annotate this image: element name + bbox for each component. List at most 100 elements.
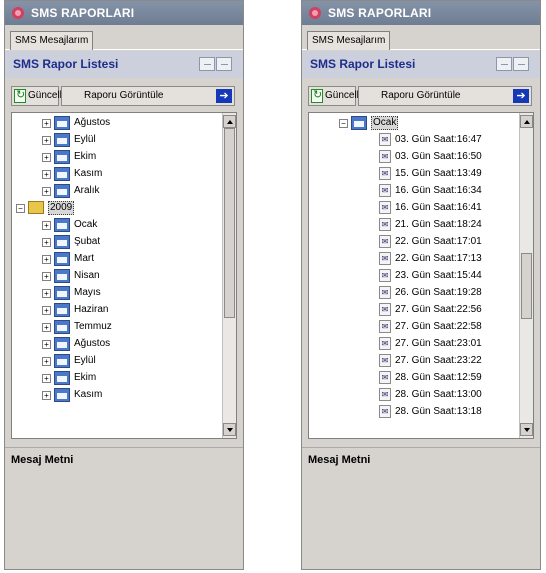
tree-node[interactable]: + Mayıs: [12, 285, 212, 301]
tree-node[interactable]: + Mart: [12, 251, 212, 267]
app-logo-icon: [309, 7, 321, 19]
message-text-area: Mesaj Metni: [302, 447, 540, 569]
sms-report-icon: ✉: [379, 133, 391, 146]
sms-report-icon: ✉: [379, 269, 391, 282]
tree-node[interactable]: + Haziran: [12, 302, 212, 318]
tree-node[interactable]: + Ocak: [12, 217, 212, 233]
sms-reports-panel-right: SMS RAPORLARI SMS Mesajlarım SMS Rapor L…: [301, 0, 541, 570]
folder-open-icon: [28, 201, 44, 214]
collapse-icon[interactable]: −: [339, 119, 348, 128]
tree-node[interactable]: ✉ 15. Gün Saat:13:49: [309, 166, 509, 182]
tree-node[interactable]: ✉ 16. Gün Saat:16:34: [309, 183, 509, 199]
scroll-down-icon[interactable]: [520, 423, 533, 436]
collapse-icon[interactable]: −: [16, 204, 25, 213]
calendar-icon: [54, 150, 70, 164]
tree-node[interactable]: ✉ 27. Gün Saat:23:22: [309, 353, 509, 369]
expand-icon[interactable]: +: [42, 306, 51, 315]
expand-icon[interactable]: +: [42, 357, 51, 366]
expand-icon[interactable]: +: [42, 153, 51, 162]
tree-node[interactable]: ✉ 16. Gün Saat:16:41: [309, 200, 509, 216]
tree-node[interactable]: + Kasım: [12, 166, 212, 182]
refresh-button[interactable]: Güncelle: [11, 86, 67, 106]
expand-icon[interactable]: +: [42, 272, 51, 281]
expand-icon[interactable]: +: [42, 374, 51, 383]
report-list-header: SMS Rapor Listesi: [5, 51, 243, 78]
arrow-right-icon: ➔: [513, 89, 529, 103]
refresh-button[interactable]: Güncelle: [308, 86, 364, 106]
tree-node-label: Ekim: [74, 372, 97, 383]
expand-icon[interactable]: +: [42, 340, 51, 349]
tree-node-label: 27. Gün Saat:22:56: [395, 304, 482, 315]
vertical-scrollbar[interactable]: [222, 113, 236, 438]
expand-icon[interactable]: +: [42, 289, 51, 298]
expand-icon[interactable]: +: [42, 323, 51, 332]
tree-node[interactable]: − 2009: [12, 200, 212, 216]
panel-titlebar: SMS RAPORLARI: [5, 1, 243, 25]
panel-title: SMS RAPORLARI: [31, 6, 135, 20]
panel-titlebar: SMS RAPORLARI: [302, 1, 540, 25]
tree-node[interactable]: + Eylül: [12, 353, 212, 369]
scroll-up-icon[interactable]: [520, 115, 533, 128]
tree-node[interactable]: ✉ 28. Gün Saat:13:00: [309, 387, 509, 403]
report-tree[interactable]: − Ocak ✉ 03. Gün Saat:16:47 ✉ 03. Gün Saat:16…: [308, 112, 534, 439]
tree-node[interactable]: + Eylül: [12, 132, 212, 148]
tree-node[interactable]: ✉ 28. Gün Saat:12:59: [309, 370, 509, 386]
tree-node[interactable]: ✉ 27. Gün Saat:23:01: [309, 336, 509, 352]
tab-sms-messages[interactable]: SMS Mesajlarım: [307, 31, 391, 50]
expand-icon[interactable]: +: [42, 119, 51, 128]
vertical-scrollbar[interactable]: [519, 113, 533, 438]
tree-node[interactable]: + Ekim: [12, 149, 212, 165]
tree-node[interactable]: ✉ 23. Gün Saat:15:44: [309, 268, 509, 284]
tree-node-label: Temmuz: [74, 321, 112, 332]
expand-icon[interactable]: +: [42, 255, 51, 264]
tree-node[interactable]: + Aralık: [12, 183, 212, 199]
sms-report-icon: ✉: [379, 218, 391, 231]
expand-icon[interactable]: +: [42, 170, 51, 179]
scroll-up-icon[interactable]: [223, 115, 236, 128]
tree-node[interactable]: + Şubat: [12, 234, 212, 250]
view-report-button[interactable]: Raporu Görüntüle ➔: [358, 86, 532, 106]
tree-node[interactable]: ✉ 03. Gün Saat:16:47: [309, 132, 509, 148]
tree-node[interactable]: + Nisan: [12, 268, 212, 284]
minimize-icon[interactable]: [199, 57, 215, 71]
tab-strip: SMS Mesajlarım: [302, 26, 540, 50]
tree-node-label: 03. Gün Saat:16:50: [395, 151, 482, 162]
tree-node[interactable]: ✉ 26. Gün Saat:19:28: [309, 285, 509, 301]
scrollbar-thumb[interactable]: [521, 253, 532, 319]
tree-node-label: 21. Gün Saat:18:24: [395, 219, 482, 230]
sms-report-icon: ✉: [379, 201, 391, 214]
tree-node[interactable]: − Ocak: [309, 115, 509, 131]
sms-report-icon: ✉: [379, 371, 391, 384]
calendar-icon: [54, 184, 70, 198]
report-tree[interactable]: + Ağustos + Eylül + Ekim + Kasım + Aralık − 2009 + Oc…: [11, 112, 237, 439]
expand-icon[interactable]: +: [42, 238, 51, 247]
tree-node[interactable]: ✉ 27. Gün Saat:22:56: [309, 302, 509, 318]
tree-node[interactable]: ✉ 22. Gün Saat:17:13: [309, 251, 509, 267]
expand-icon[interactable]: +: [42, 136, 51, 145]
sms-report-icon: ✉: [379, 354, 391, 367]
tree-node-label: 22. Gün Saat:17:13: [395, 253, 482, 264]
tree-node[interactable]: + Ağustos: [12, 336, 212, 352]
tree-node-label: 16. Gün Saat:16:41: [395, 202, 482, 213]
tab-sms-messages[interactable]: SMS Mesajlarım: [10, 31, 94, 50]
tree-node-label: Ocak: [74, 219, 98, 230]
tree-node[interactable]: ✉ 03. Gün Saat:16:50: [309, 149, 509, 165]
view-report-button[interactable]: Raporu Görüntüle ➔: [61, 86, 235, 106]
tree-node[interactable]: ✉ 27. Gün Saat:22:58: [309, 319, 509, 335]
tree-node[interactable]: ✉ 22. Gün Saat:17:01: [309, 234, 509, 250]
expand-icon[interactable]: +: [42, 391, 51, 400]
tree-node[interactable]: ✉ 28. Gün Saat:13:18: [309, 404, 509, 420]
restore-icon[interactable]: [513, 57, 529, 71]
expand-icon[interactable]: +: [42, 221, 51, 230]
expand-icon[interactable]: +: [42, 187, 51, 196]
tree-node[interactable]: + Ağustos: [12, 115, 212, 131]
tree-node[interactable]: + Kasım: [12, 387, 212, 403]
sms-report-icon: ✉: [379, 150, 391, 163]
restore-icon[interactable]: [216, 57, 232, 71]
scroll-down-icon[interactable]: [223, 423, 236, 436]
tree-node[interactable]: + Ekim: [12, 370, 212, 386]
tree-node[interactable]: ✉ 21. Gün Saat:18:24: [309, 217, 509, 233]
minimize-icon[interactable]: [496, 57, 512, 71]
scrollbar-thumb[interactable]: [224, 128, 235, 318]
tree-node[interactable]: + Temmuz: [12, 319, 212, 335]
